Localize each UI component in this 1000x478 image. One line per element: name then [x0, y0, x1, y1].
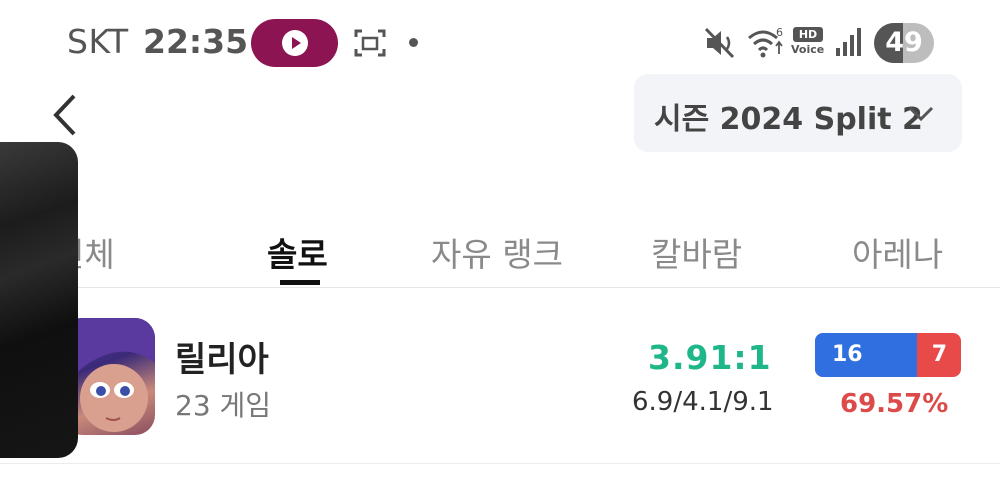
tab-active-indicator — [280, 280, 320, 285]
mute-icon — [704, 27, 735, 59]
season-label: 시즌 2024 Split 2 — [654, 102, 923, 137]
svg-text:6: 6 — [776, 26, 783, 39]
win-fill — [815, 333, 917, 377]
kda-ratio: 3.91:1 — [648, 338, 772, 377]
carrier-label: SKT — [67, 22, 129, 61]
screen-record-icon[interactable] — [251, 19, 338, 67]
champion-name: 릴리아 — [175, 340, 269, 380]
kda-detail: 6.9/4.1/9.1 — [632, 387, 774, 417]
loss-count: 7 — [931, 342, 947, 367]
chevron-down-icon — [908, 106, 934, 122]
tab-aram[interactable]: 칼바람 — [651, 228, 742, 276]
winrate: 69.57% — [840, 389, 949, 419]
back-button[interactable] — [44, 88, 88, 142]
wifi-icon: 6 — [748, 26, 783, 58]
games-count: 23 게임 — [175, 389, 272, 422]
pip-video-overlay[interactable] — [0, 142, 78, 458]
notification-dot-icon — [409, 38, 418, 47]
queue-tabs: 전체 솔로 자유 랭크 칼바람 아레나 — [0, 210, 1000, 288]
battery-icon: 49 — [874, 23, 934, 63]
tab-flex-rank[interactable]: 자유 랭크 — [431, 228, 563, 276]
champion-row[interactable]: 릴리아 23 게임 3.91:1 6.9/4.1/9.1 16 7 69.57% — [0, 288, 1000, 463]
hd-voice-icon: HD Voice — [791, 27, 825, 56]
screenshot-icon — [354, 29, 386, 57]
win-count: 16 — [832, 342, 863, 367]
win-loss-bar: 16 7 — [815, 333, 961, 377]
tab-arena[interactable]: 아레나 — [852, 228, 943, 276]
signal-icon — [836, 28, 861, 56]
tab-solo[interactable]: 솔로 — [267, 228, 328, 276]
row-divider — [0, 463, 1000, 464]
clock: 22:35 — [143, 22, 249, 61]
season-select[interactable]: 시즌 2024 Split 2 — [634, 74, 962, 152]
